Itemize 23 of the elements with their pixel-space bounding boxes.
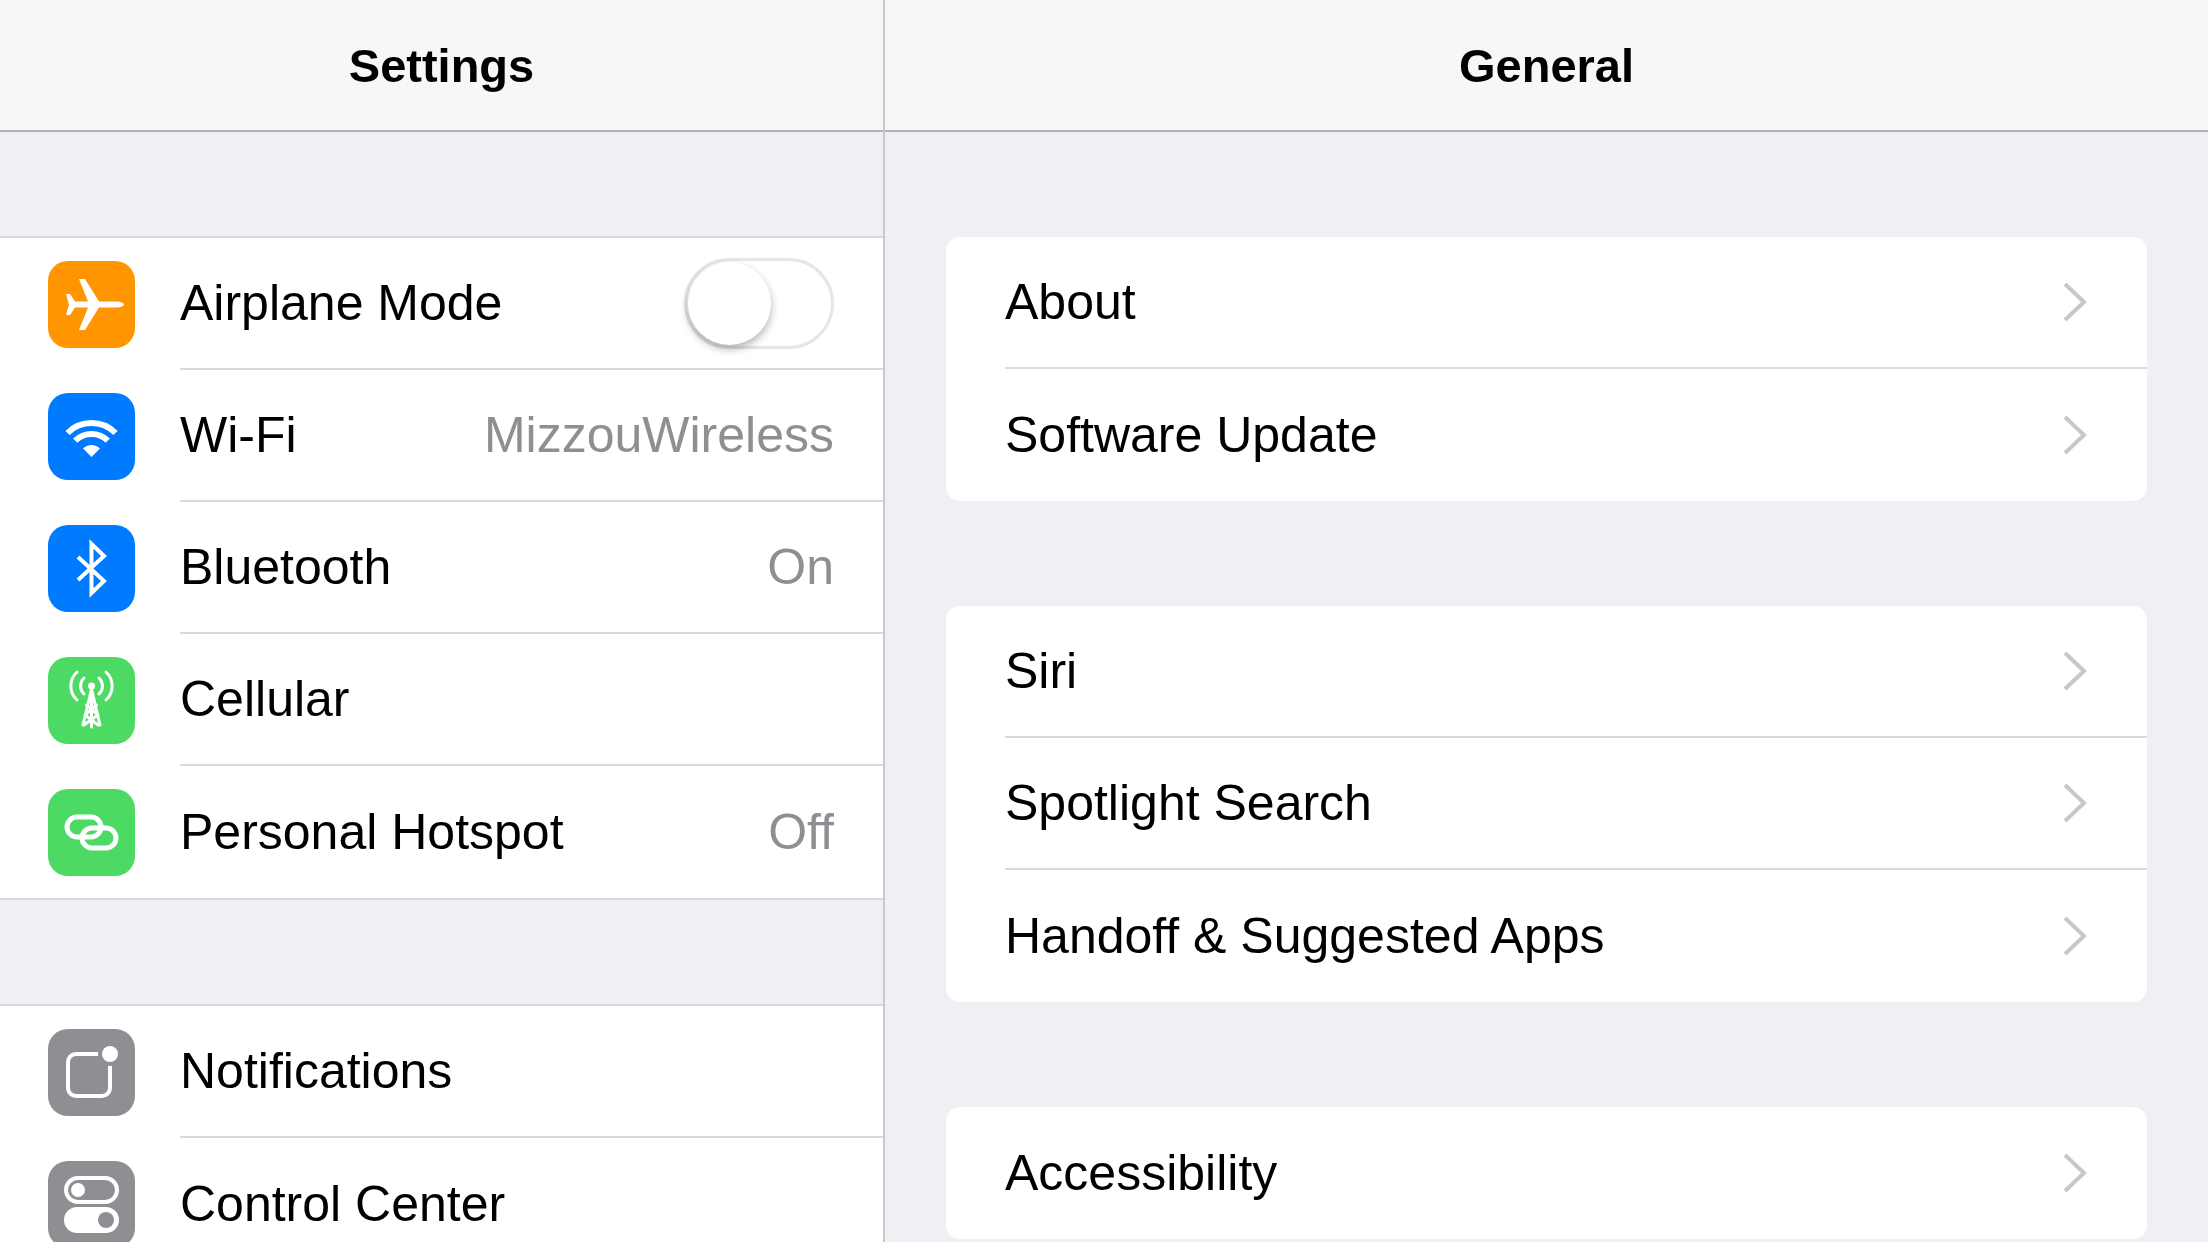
- settings-item[interactable]: Cellular: [180, 674, 350, 724]
- settings-item[interactable]: Handoff & Suggested Apps: [1005, 911, 1605, 961]
- settings-item[interactable]: Siri: [1005, 646, 1078, 696]
- pane-title: General: [1458, 41, 1634, 89]
- settings-item[interactable]: Accessibility: [1005, 1148, 1278, 1198]
- settings-item[interactable]: About: [1005, 277, 1136, 327]
- settings-item[interactable]: Bluetooth: [180, 542, 392, 592]
- settings-item[interactable]: Notifications: [180, 1046, 453, 1096]
- settings-item[interactable]: Control Center: [180, 1179, 506, 1229]
- item-value: On: [767, 542, 834, 592]
- chevron-right-icon: [2063, 916, 2087, 956]
- settings-item[interactable]: Spotlight Search: [1005, 778, 1372, 828]
- settings-item[interactable]: Software Update: [1005, 410, 1378, 460]
- settings-item[interactable]: Airplane Mode: [180, 278, 503, 328]
- chevron-right-icon: [2063, 783, 2087, 823]
- chevron-right-icon: [2063, 1153, 2087, 1193]
- item-value: MizzouWireless: [483, 410, 834, 460]
- settings-item[interactable]: Personal Hotspot: [180, 807, 564, 857]
- settings-item[interactable]: Wi-Fi: [180, 410, 297, 460]
- chevron-right-icon: [2063, 415, 2087, 455]
- chevron-right-icon: [2063, 651, 2087, 691]
- item-value: Off: [768, 807, 834, 857]
- chevron-right-icon: [2063, 282, 2087, 322]
